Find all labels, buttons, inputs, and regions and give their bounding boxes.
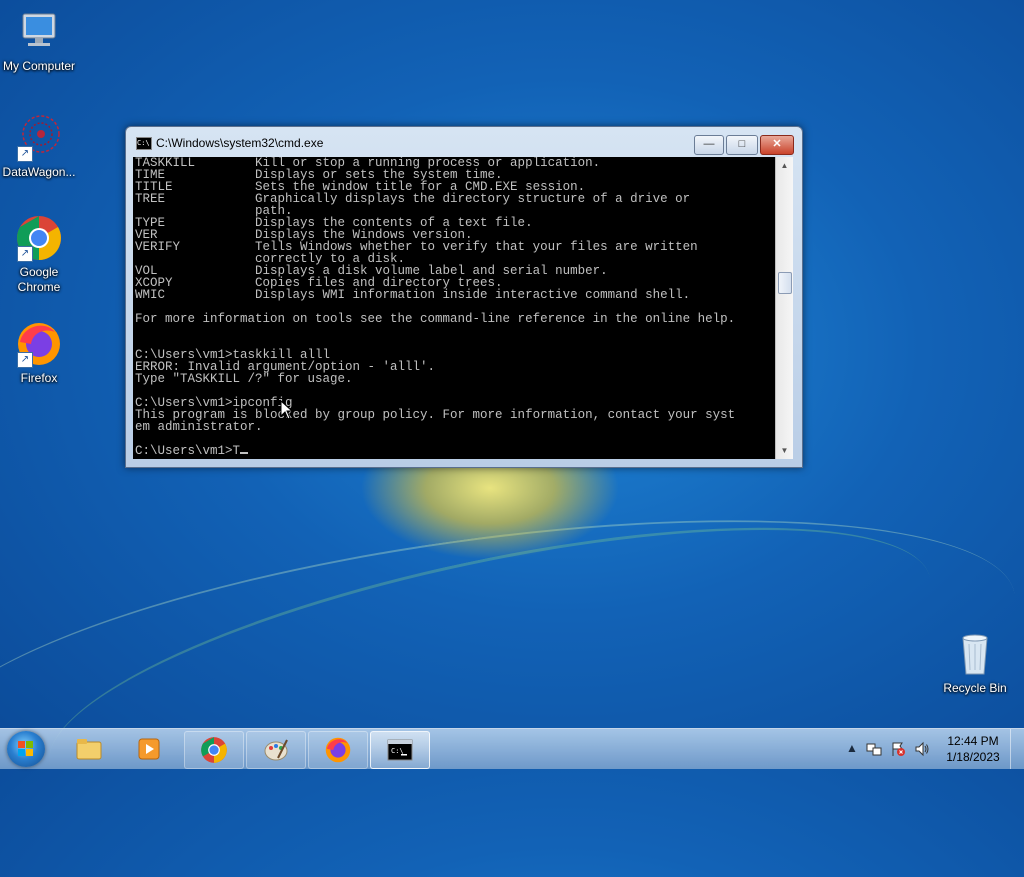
shortcut-arrow-icon: ↗	[17, 146, 33, 162]
desktop-icon-label: My Computer	[2, 59, 76, 73]
scroll-up-arrow-icon[interactable]: ▲	[776, 157, 793, 174]
clock-time: 12:44 PM	[947, 734, 999, 748]
desktop-icon-datawagon[interactable]: ↗ DataWagon...	[0, 114, 78, 180]
desktop-icon-label: Google Chrome	[17, 265, 61, 294]
maximize-button[interactable]: □	[726, 135, 758, 155]
console-text: TASKKILL Kill or stop a running process …	[133, 157, 775, 457]
firefox-icon: ↗	[15, 320, 63, 368]
taskbar-cmd-button[interactable]: C:\	[370, 731, 430, 769]
taskbar-paint-button[interactable]	[246, 731, 306, 769]
paint-icon	[264, 739, 288, 761]
desktop-icon-google-chrome[interactable]: ↗ Google Chrome	[0, 214, 78, 295]
folder-icon	[76, 739, 102, 760]
console-line: C:\Users\vm1>T	[135, 444, 241, 458]
text-cursor	[240, 452, 249, 454]
desktop-icon-my-computer[interactable]: My Computer	[0, 8, 78, 74]
clock-date: 1/18/2023	[946, 750, 1000, 764]
cmd-icon: C:\	[387, 739, 413, 761]
taskbar-chrome-button[interactable]	[184, 731, 244, 769]
windows-logo-icon	[18, 741, 33, 756]
recycle-bin-icon	[951, 630, 999, 678]
taskbar-firefox-button[interactable]	[308, 731, 368, 769]
shortcut-arrow-icon: ↗	[17, 246, 33, 262]
media-player-icon	[138, 738, 160, 760]
volume-icon[interactable]	[914, 741, 930, 757]
desktop-icon-label: Firefox	[20, 371, 58, 385]
network-icon[interactable]	[866, 741, 882, 757]
scroll-thumb[interactable]	[778, 272, 792, 294]
console-output[interactable]: TASKKILL Kill or stop a running process …	[133, 157, 775, 459]
taskbar-explorer-button[interactable]	[60, 731, 118, 767]
chrome-icon	[201, 737, 227, 763]
desktop-icon-label: Recycle Bin	[943, 681, 1007, 695]
taskbar: C:\ ▲ 12:44 PM 1/18/2023	[0, 728, 1024, 769]
console-line: For more information on tools see the co…	[135, 312, 736, 326]
close-button[interactable]: ✕	[760, 135, 794, 155]
mouse-pointer-icon	[280, 400, 294, 420]
firefox-icon	[325, 737, 351, 763]
desktop-icon-firefox[interactable]: ↗ Firefox	[0, 320, 78, 386]
action-center-flag-icon[interactable]	[890, 741, 906, 757]
show-hidden-icons-icon[interactable]: ▲	[844, 741, 860, 757]
window-titlebar[interactable]: C:\ C:\Windows\system32\cmd.exe — □ ✕	[126, 127, 802, 157]
chrome-icon: ↗	[15, 214, 63, 262]
minimize-button[interactable]: —	[694, 135, 724, 155]
show-desktop-button[interactable]	[1010, 729, 1024, 769]
desktop-icon-label: DataWagon...	[2, 165, 76, 179]
taskbar-media-player-button[interactable]	[120, 731, 178, 767]
shortcut-arrow-icon: ↗	[17, 352, 33, 368]
console-line: Type "TASKKILL /?" for usage.	[135, 372, 353, 386]
scroll-down-arrow-icon[interactable]: ▼	[776, 442, 793, 459]
console-line: WMIC Displays WMI information inside int…	[135, 288, 691, 302]
datawagon-icon: ↗	[15, 114, 63, 162]
taskbar-clock[interactable]: 12:44 PM 1/18/2023	[938, 733, 1008, 765]
start-button[interactable]	[7, 731, 45, 767]
console-line: em administrator.	[135, 420, 263, 434]
svg-text:C:\: C:\	[391, 747, 404, 755]
desktop-icon-recycle-bin[interactable]: Recycle Bin	[936, 630, 1014, 696]
window-title: C:\Windows\system32\cmd.exe	[156, 136, 324, 150]
computer-icon	[15, 8, 63, 56]
cmd-window[interactable]: C:\ C:\Windows\system32\cmd.exe — □ ✕ TA…	[125, 126, 803, 468]
cmd-icon: C:\	[136, 137, 152, 150]
vertical-scrollbar[interactable]: ▲ ▼	[775, 157, 793, 459]
